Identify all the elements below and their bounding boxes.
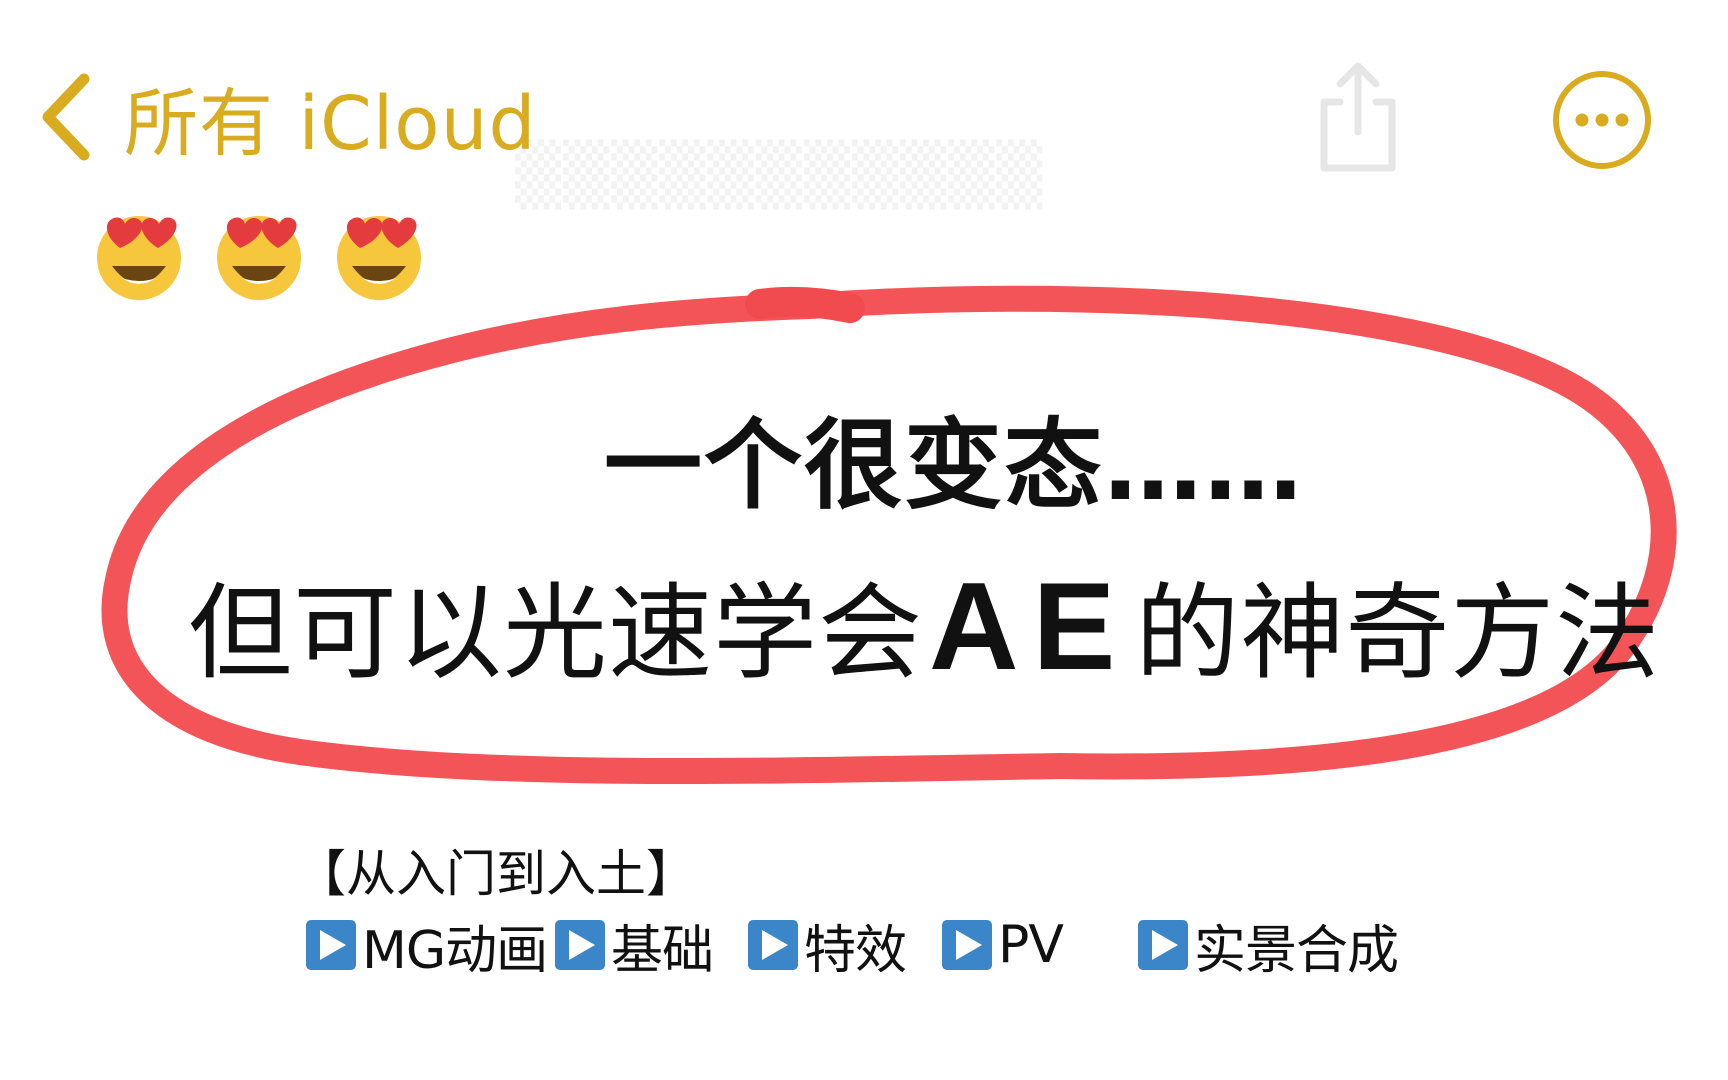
chevron-left-icon [42,73,90,161]
headline-suffix: 的神奇方法 [1135,572,1661,694]
play-button-icon [942,920,992,970]
ghost-title: ▒▒▒▒▒▒▒▒▒▒▒ [515,140,1045,210]
heart-eyes-emoji-icon [97,216,181,300]
note-screen: ▒▒▒▒▒▒▒▒▒▒▒ 所有 iCloud 一个很变态…… 但可以光速学会AE的… [0,0,1728,1080]
heart-eyes-emoji-icon [337,216,421,300]
headline-ae: AE [929,558,1130,696]
tag-label: PV [998,915,1064,975]
tag-effects: 特效 [748,915,907,981]
tag-basics: 基础 [555,915,714,981]
play-button-icon [555,920,605,970]
tag-label: 实景合成 [1194,920,1399,981]
share-icon[interactable] [1310,58,1406,176]
tag-mg: MG动画 [306,915,548,981]
ellipsis-circle-icon[interactable] [1550,68,1654,172]
play-button-icon [1138,920,1188,970]
headline-line-2: 但可以光速学会AE的神奇方法 [188,548,1660,699]
play-button-icon [748,920,798,970]
tag-label: MG动画 [362,920,548,981]
tag-label: 基础 [611,920,714,981]
tag-live-compositing: 实景合成 [1138,915,1399,981]
tag-pv: PV [942,915,1064,975]
subtitle: 【从入门到入土】 [296,845,696,903]
headline-line-1: 一个很变态…… [603,409,1304,523]
back-label: 所有 iCloud [124,80,537,167]
headline-prefix: 但可以光速学会 [188,572,924,694]
back-button[interactable]: 所有 iCloud [36,62,536,172]
play-button-icon [306,920,356,970]
tag-label: 特效 [804,920,907,981]
emoji-row [92,208,452,304]
heart-eyes-emoji-icon [217,216,301,300]
